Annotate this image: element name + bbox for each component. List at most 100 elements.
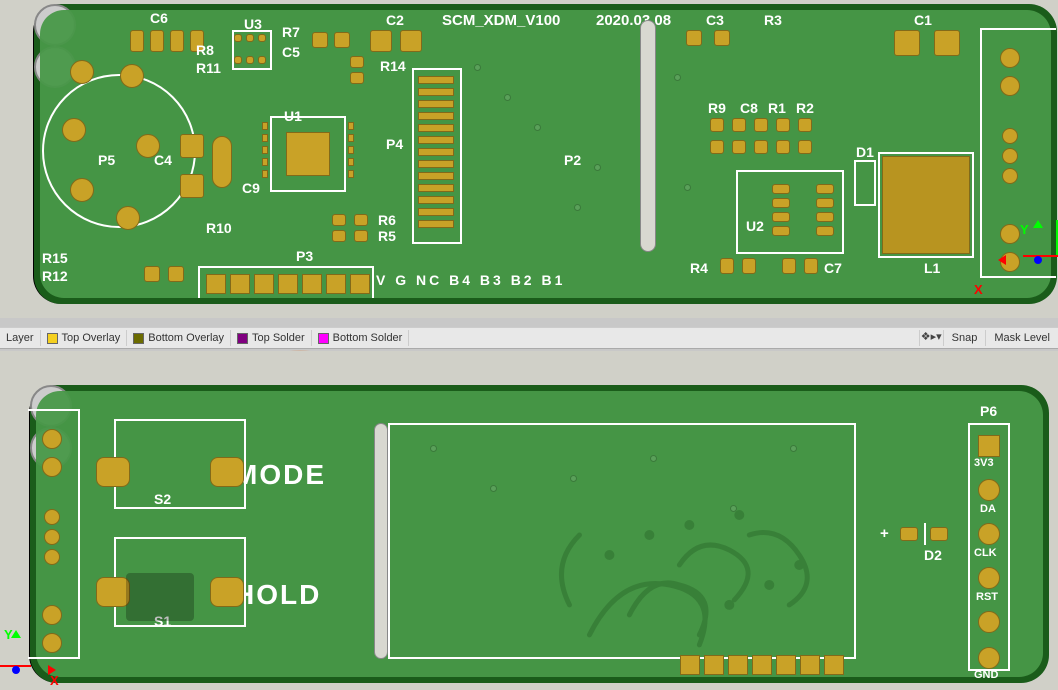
pad [254,274,274,294]
pad [348,122,354,130]
pad [714,30,730,46]
pad [710,140,724,154]
pad [798,118,812,132]
pad [1002,168,1018,184]
pad [120,64,144,88]
pcb-viewer: SCM_XDM_V100 2020.03.08 P5 C4 C6 [0,0,1058,690]
mask-level-button[interactable]: Mask Level [985,330,1058,346]
pad [754,118,768,132]
pad [1002,128,1018,144]
pad [262,122,268,130]
pad [418,100,454,108]
pad [720,258,734,274]
pad [246,34,254,42]
pad [62,118,86,142]
filter-button[interactable]: ❖▸▾ [919,330,943,346]
pad [772,198,790,208]
diode-outline [854,160,876,206]
layer-bottom-overlay[interactable]: Bottom Overlay [127,330,231,346]
pad [206,274,226,294]
pad [262,134,268,142]
swatch-magenta-icon [318,333,329,344]
swatch-yellow-icon [47,333,58,344]
pad [70,60,94,84]
pad [782,258,796,274]
pad [776,140,790,154]
top-view-panel[interactable]: SCM_XDM_V100 2020.03.08 P5 C4 C6 [0,0,1058,318]
pad [686,30,702,46]
pad [150,30,164,52]
pad [180,134,204,158]
pad [278,274,298,294]
pad-thermal [286,132,330,176]
pad [332,214,346,226]
layer-top-overlay[interactable]: Top Overlay [41,330,128,346]
bottom-view-panel[interactable]: S2 MODE S1 HOLD + D2 P6 [0,351,1058,690]
pad [246,56,254,64]
pad [370,30,392,52]
pad [130,30,144,52]
pad [348,158,354,166]
layer-dropdown[interactable]: Layer [0,330,41,346]
pad [332,230,346,242]
pad [772,212,790,222]
pad [418,160,454,168]
pad [348,134,354,142]
pad [804,258,818,274]
swatch-purple-icon [237,333,248,344]
pad [418,88,454,96]
pad [816,198,834,208]
pad [1000,48,1020,68]
connector-p5-outline [42,74,196,228]
layer-bottom-solder[interactable]: Bottom Solder [312,330,410,346]
pad [418,208,454,216]
pad [418,76,454,84]
pad [354,230,368,242]
pad [418,184,454,192]
inductor-outline [878,152,974,258]
snap-button[interactable]: Snap [943,330,986,346]
pad [742,258,756,274]
pad [350,56,364,68]
pad [732,118,746,132]
pad [418,172,454,180]
pad [312,32,328,48]
pad [180,174,204,198]
axis-x-label: X [974,282,983,297]
pad [816,212,834,222]
pad [816,226,834,236]
layer-top-solder[interactable]: Top Solder [231,330,312,346]
pad [894,30,920,56]
pad [116,206,140,230]
board-slot [640,20,656,252]
pad [234,34,242,42]
pad [136,134,160,158]
pad [302,274,322,294]
pad [418,112,454,120]
pad [732,140,746,154]
pad [212,136,232,188]
pad [348,146,354,154]
pad [418,136,454,144]
pad [354,214,368,226]
pad [1000,76,1020,96]
pad [334,32,350,48]
swatch-olive-icon [133,333,144,344]
pad [262,158,268,166]
pad [230,274,250,294]
trace-decor [30,385,1049,683]
layer-toolbar: Layer Top Overlay Bottom Overlay Top Sol… [0,327,1058,349]
pad [350,72,364,84]
pcb-bottom-board[interactable]: S2 MODE S1 HOLD + D2 P6 [29,385,1049,683]
pad [258,34,266,42]
pad [350,274,370,294]
pad [418,196,454,204]
pad [418,148,454,156]
pad [262,146,268,154]
pad [418,124,454,132]
pad [772,184,790,194]
pad [400,30,422,52]
pcb-top-board[interactable]: SCM_XDM_V100 2020.03.08 P5 C4 C6 [33,4,1057,304]
pad [262,170,268,178]
pad [710,118,724,132]
